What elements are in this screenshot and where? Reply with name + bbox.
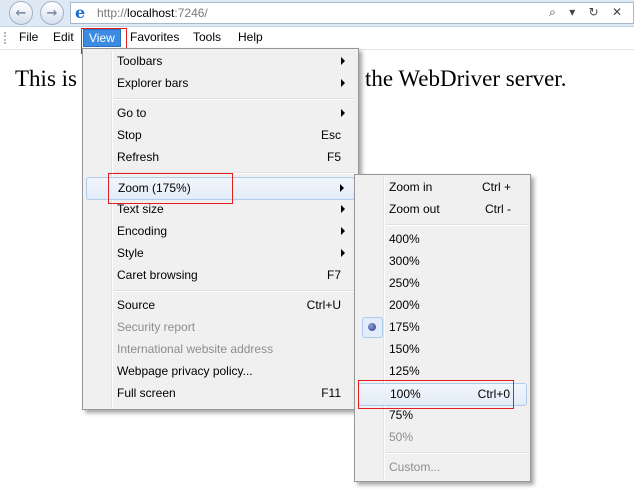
ie-logo-icon: e	[75, 3, 86, 22]
menu-help[interactable]: Help	[238, 30, 263, 44]
forward-button[interactable]: →	[40, 1, 64, 25]
menu-item-label: Full screen	[117, 386, 176, 400]
zoom_menu-item-150[interactable]: 150%	[358, 339, 527, 360]
url-text: http://localhost:7246/	[97, 6, 208, 20]
menu-separator	[114, 290, 355, 292]
menu-separator	[386, 224, 527, 226]
menu-item-label: Refresh	[117, 150, 160, 164]
menu-file[interactable]: File	[19, 30, 38, 44]
submenu-arrow-icon	[340, 184, 344, 192]
menu-item-label: 75%	[389, 408, 414, 422]
menu-item-label: Source	[117, 298, 156, 312]
view_menu-item-go-to[interactable]: Go to	[86, 103, 355, 124]
submenu-arrow-icon	[341, 79, 345, 87]
navigation-bar: ← → e http://localhost:7246/ ⌕ ▾ ↻ ✕	[0, 0, 634, 27]
view_menu-item-webpage-privacy-policy[interactable]: Webpage privacy policy...	[86, 361, 355, 382]
zoom_menu-item-250[interactable]: 250%	[358, 273, 527, 294]
menu-item-label: Encoding	[117, 224, 168, 238]
address-bar[interactable]: e http://localhost:7246/ ⌕ ▾ ↻ ✕	[70, 2, 634, 24]
view_menu-item-explorer-bars[interactable]: Explorer bars	[86, 73, 355, 94]
submenu-arrow-icon	[341, 227, 345, 235]
view-menu: Toolbars Explorer bars Go to Stop Esc Refresh…	[82, 48, 359, 410]
menu-favorites[interactable]: Favorites	[130, 30, 179, 44]
menu-item-label: Caret browsing	[117, 268, 198, 282]
back-button[interactable]: ←	[9, 1, 33, 25]
menu-item-label: 400%	[389, 232, 420, 246]
menu-item-label: Text size	[117, 202, 164, 216]
view_menu-item-style[interactable]: Style	[86, 243, 355, 264]
menu-item-label: 125%	[389, 364, 420, 378]
submenu-arrow-icon	[341, 205, 345, 213]
menu-item-shortcut: Ctrl -	[485, 202, 511, 216]
menu-item-shortcut: Ctrl +	[481, 180, 511, 194]
menu-item-shortcut: Ctrl+U	[306, 298, 341, 312]
submenu-arrow-icon	[341, 109, 345, 117]
menu-item-label: 250%	[389, 276, 420, 290]
view_menu-item-caret-browsing[interactable]: Caret browsing F7	[86, 265, 355, 286]
menu-item-label: 150%	[389, 342, 420, 356]
menu-item-label: 200%	[389, 298, 420, 312]
view_menu-item-stop[interactable]: Stop Esc	[86, 125, 355, 146]
zoom_menu-item-200[interactable]: 200%	[358, 295, 527, 316]
submenu-arrow-icon	[341, 249, 345, 257]
menu-item-label: International website address	[117, 342, 274, 356]
menu-separator	[386, 452, 527, 454]
forward-arrow-icon: →	[46, 5, 58, 21]
menu-item-label: Custom...	[389, 460, 441, 474]
zoom_menu-item-zoom-out[interactable]: Zoom out Ctrl -	[358, 199, 527, 220]
view_menu-item-toolbars[interactable]: Toolbars	[86, 51, 355, 72]
menubar-grip-icon	[4, 32, 8, 44]
menu-item-label: Security report	[117, 320, 196, 334]
menu-separator	[114, 98, 355, 100]
page-text-start: This is	[15, 66, 77, 91]
menu-item-label: Toolbars	[117, 54, 163, 68]
view_menu-item-full-screen[interactable]: Full screen F11	[86, 383, 355, 404]
zoom_menu-item-175[interactable]: 175%	[358, 317, 527, 338]
zoom_menu-item-400[interactable]: 400%	[358, 229, 527, 250]
menu-item-label: Zoom in	[389, 180, 433, 194]
menu-item-label: 50%	[389, 430, 414, 444]
menu-item-shortcut: F5	[326, 150, 341, 164]
menu-item-label: Style	[117, 246, 144, 260]
view_menu-item-international-website-address: International website address	[86, 339, 355, 360]
view_menu-item-security-report: Security report	[86, 317, 355, 338]
menu-item-label: Explorer bars	[117, 76, 189, 90]
zoom_menu-item-125[interactable]: 125%	[358, 361, 527, 382]
zoom_menu-item-zoom-in[interactable]: Zoom in Ctrl +	[358, 177, 527, 198]
submenu-arrow-icon	[341, 57, 345, 65]
zoom_menu-item-custom: Custom...	[358, 457, 527, 478]
zoom_menu-item-50: 50%	[358, 427, 527, 448]
menu-tools[interactable]: Tools	[193, 30, 221, 44]
view_menu-item-encoding[interactable]: Encoding	[86, 221, 355, 242]
view_menu-item-refresh[interactable]: Refresh F5	[86, 147, 355, 168]
zoom-100-highlight-box	[358, 380, 514, 409]
menu-edit[interactable]: Edit	[53, 30, 74, 44]
menu-item-label: Stop	[117, 128, 142, 142]
menu-item-shortcut: Esc	[320, 128, 341, 142]
zoom_menu-item-300[interactable]: 300%	[358, 251, 527, 272]
menu-item-label: 300%	[389, 254, 420, 268]
menu-item-label: Go to	[117, 106, 147, 120]
page-text-end: the WebDriver server.	[365, 66, 567, 91]
menu-item-shortcut: F11	[321, 386, 341, 400]
menu-item-label: Zoom out	[389, 202, 440, 216]
radio-selected-icon	[362, 317, 383, 338]
zoom-item-highlight-box	[108, 173, 233, 204]
back-arrow-icon: ←	[15, 5, 27, 21]
zoom-submenu: Zoom in Ctrl + Zoom out Ctrl - 400% 300% 250% 2…	[354, 174, 531, 482]
address-bar-controls-icon[interactable]: ⌕ ▾ ↻ ✕	[549, 5, 627, 20]
menu-item-shortcut: F7	[326, 268, 341, 282]
menu-item-label: Webpage privacy policy...	[117, 364, 253, 378]
view_menu-item-source[interactable]: Source Ctrl+U	[86, 295, 355, 316]
menu-item-label: 175%	[389, 320, 420, 334]
